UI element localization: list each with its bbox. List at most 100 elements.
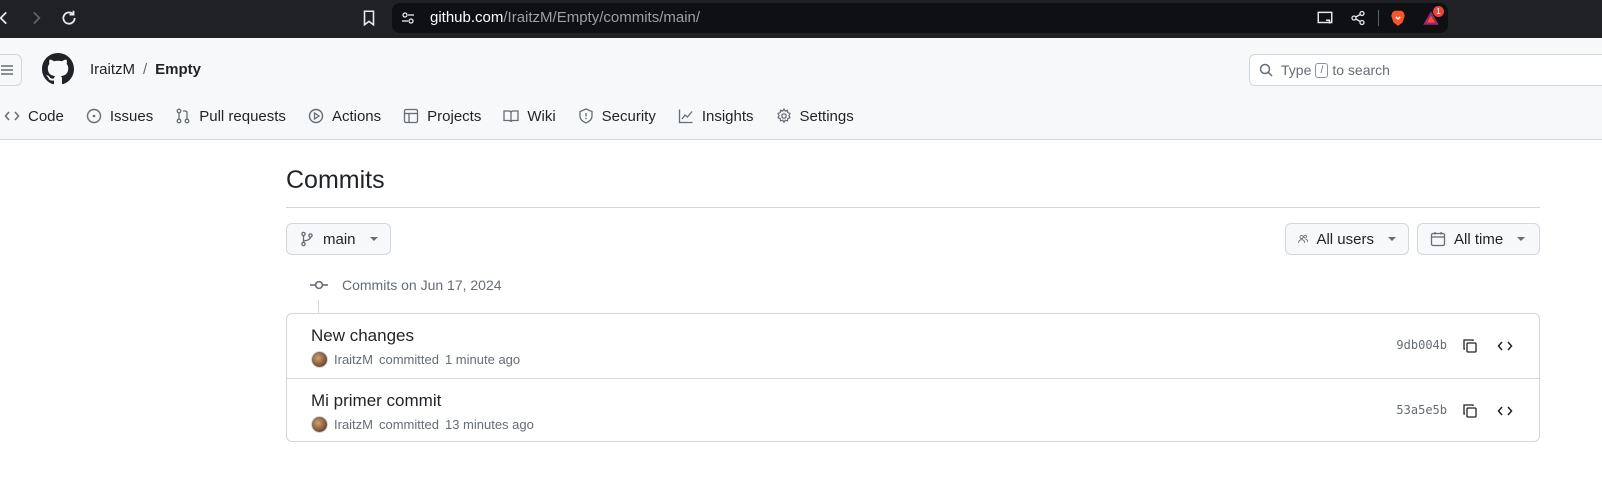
branch-name: main bbox=[323, 230, 356, 248]
tab-insights-label: Insights bbox=[701, 107, 754, 125]
brave-shields-button[interactable] bbox=[1388, 8, 1408, 28]
github-header: IraitzM / Empty Type / to search Code Is… bbox=[0, 38, 1602, 140]
browse-repo-button[interactable] bbox=[1495, 336, 1515, 356]
time-filter-button[interactable]: All time bbox=[1417, 223, 1540, 255]
tab-pull-requests[interactable]: Pull requests bbox=[164, 100, 297, 132]
branch-icon bbox=[301, 231, 313, 247]
search-placeholder-suffix: to search bbox=[1332, 62, 1390, 78]
people-icon bbox=[1298, 234, 1309, 243]
copy-sha-button[interactable] bbox=[1460, 336, 1480, 356]
tab-code[interactable]: Code bbox=[0, 100, 75, 132]
git-commit-icon bbox=[310, 280, 328, 290]
reload-button[interactable] bbox=[57, 6, 81, 30]
breadcrumb: IraitzM / Empty bbox=[90, 61, 201, 78]
breadcrumb-owner-link[interactable]: IraitzM bbox=[90, 61, 135, 78]
tab-pull-requests-label: Pull requests bbox=[199, 107, 286, 125]
site-settings-icon[interactable] bbox=[400, 10, 416, 26]
page-title: Commits bbox=[286, 166, 385, 194]
table-icon bbox=[403, 108, 419, 124]
tab-wiki-label: Wiki bbox=[527, 107, 556, 125]
commit-row: Mi primer commit IraitzM committed 13 mi… bbox=[287, 378, 1539, 442]
commit-row: New changes IraitzM committed 1 minute a… bbox=[287, 314, 1539, 378]
tab-issues-label: Issues bbox=[109, 107, 154, 125]
tab-issues[interactable]: Issues bbox=[75, 100, 164, 132]
commit-verb: committed bbox=[379, 417, 439, 432]
tab-security-label: Security bbox=[601, 107, 656, 125]
repo-nav: Code Issues Pull requests Actions Projec… bbox=[0, 100, 865, 132]
tab-projects-label: Projects bbox=[427, 107, 482, 125]
search-input[interactable]: Type / to search bbox=[1249, 54, 1602, 86]
toolbar-divider bbox=[1378, 10, 1379, 26]
copy-icon bbox=[1463, 404, 1477, 418]
chevron-right-icon bbox=[33, 11, 41, 25]
commit-group-date: Commits on Jun 17, 2024 bbox=[342, 277, 502, 293]
bookmark-icon[interactable] bbox=[360, 9, 378, 27]
issue-icon bbox=[86, 108, 102, 124]
search-placeholder: Type / to search bbox=[1281, 62, 1390, 78]
search-shortcut-key: / bbox=[1315, 62, 1329, 78]
search-icon bbox=[1259, 63, 1273, 77]
branch-select-button[interactable]: main bbox=[286, 223, 391, 255]
time-filter-label: All time bbox=[1454, 230, 1504, 248]
tab-settings[interactable]: Settings bbox=[765, 100, 865, 132]
chevron-left-icon bbox=[0, 11, 7, 25]
users-filter-label: All users bbox=[1316, 230, 1374, 248]
avatar[interactable] bbox=[311, 416, 328, 433]
breadcrumb-separator: / bbox=[143, 61, 148, 78]
url-host: github.com bbox=[430, 9, 504, 26]
commit-verb: committed bbox=[379, 352, 439, 367]
commit-list: New changes IraitzM committed 1 minute a… bbox=[286, 313, 1540, 442]
browse-repo-button[interactable] bbox=[1495, 401, 1515, 421]
avatar[interactable] bbox=[311, 351, 328, 368]
copy-icon bbox=[1463, 339, 1477, 353]
menu-button[interactable] bbox=[0, 54, 22, 86]
code-icon bbox=[4, 111, 20, 121]
tab-actions-label: Actions bbox=[331, 107, 382, 125]
tab-wiki[interactable]: Wiki bbox=[492, 100, 566, 132]
calendar-icon bbox=[1430, 232, 1446, 247]
cast-icon bbox=[1317, 11, 1333, 24]
search-placeholder-prefix: Type bbox=[1281, 62, 1312, 78]
forward-button[interactable] bbox=[24, 6, 48, 30]
tab-projects[interactable]: Projects bbox=[392, 100, 492, 132]
play-icon bbox=[308, 108, 324, 124]
brave-lion-icon bbox=[1391, 10, 1405, 26]
graph-icon bbox=[678, 109, 693, 124]
copy-sha-button[interactable] bbox=[1460, 401, 1480, 421]
title-divider bbox=[286, 207, 1540, 208]
chevron-down-icon bbox=[1388, 237, 1396, 241]
back-button[interactable] bbox=[0, 6, 16, 30]
commit-group-heading: Commits on Jun 17, 2024 bbox=[310, 276, 502, 294]
commit-meta: IraitzM committed 13 minutes ago bbox=[311, 416, 534, 433]
commit-sha-link[interactable]: 53a5e5b bbox=[1396, 403, 1447, 417]
commit-title-link[interactable]: New changes bbox=[311, 326, 414, 346]
cast-button[interactable] bbox=[1315, 8, 1335, 28]
users-filter-button[interactable]: All users bbox=[1285, 223, 1409, 255]
breadcrumb-repo-link[interactable]: Empty bbox=[155, 61, 201, 78]
tab-insights[interactable]: Insights bbox=[667, 100, 765, 132]
share-button[interactable] bbox=[1348, 8, 1368, 28]
commit-author-link[interactable]: IraitzM bbox=[334, 352, 373, 367]
url-text[interactable]: github.com/IraitzM/Empty/commits/main/ bbox=[430, 9, 700, 26]
commit-sha-link[interactable]: 9db004b bbox=[1396, 338, 1447, 352]
commit-author-link[interactable]: IraitzM bbox=[334, 417, 373, 432]
github-logo-icon[interactable] bbox=[42, 53, 74, 85]
commit-time: 1 minute ago bbox=[444, 352, 521, 367]
hamburger-icon bbox=[1, 65, 13, 75]
tab-settings-label: Settings bbox=[799, 107, 854, 125]
code-icon bbox=[1497, 341, 1513, 351]
commit-time: 13 minutes ago bbox=[444, 417, 534, 432]
pull-request-icon bbox=[176, 108, 190, 124]
shield-icon bbox=[579, 108, 593, 124]
code-icon bbox=[1497, 406, 1513, 416]
tab-security[interactable]: Security bbox=[567, 100, 667, 132]
commit-meta: IraitzM committed 1 minute ago bbox=[311, 351, 520, 368]
book-icon bbox=[503, 110, 519, 123]
commit-title-link[interactable]: Mi primer commit bbox=[311, 391, 441, 411]
url-path: /IraitzM/Empty/commits/main/ bbox=[503, 9, 701, 26]
share-icon bbox=[1351, 10, 1365, 26]
tab-actions[interactable]: Actions bbox=[297, 100, 392, 132]
chevron-down-icon bbox=[369, 237, 378, 241]
rewards-badge: 1 bbox=[1433, 6, 1444, 17]
chevron-down-icon bbox=[1517, 237, 1526, 241]
